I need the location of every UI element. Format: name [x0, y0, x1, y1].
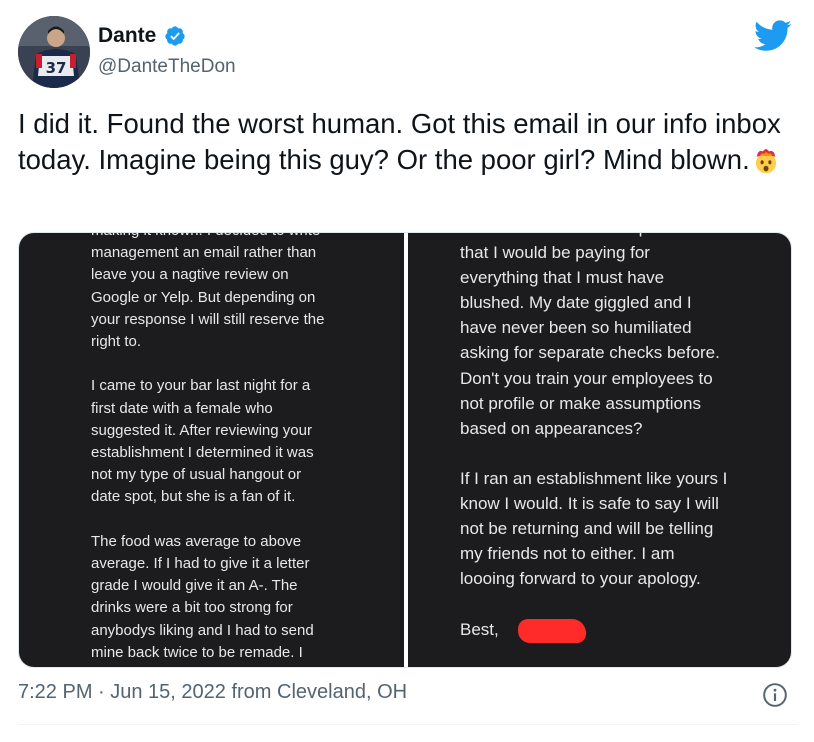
email-text-right: because we were a couple and that I woul… — [460, 233, 728, 639]
svg-text:37: 37 — [46, 59, 67, 77]
email-screenshot-media[interactable]: making it known. I decided to write mana… — [18, 232, 792, 668]
avatar-image: 37 — [18, 16, 90, 88]
divider — [18, 724, 798, 725]
email-page-right: because we were a couple and that I woul… — [408, 233, 791, 667]
redacted-signature — [518, 619, 586, 643]
tweet-timestamp[interactable]: 7:22 PM · Jun 15, 2022 from Cleveland, O… — [18, 681, 407, 704]
email-text-left: making it known. I decided to write mana… — [91, 233, 325, 667]
display-name[interactable]: Dante — [98, 24, 156, 48]
user-info[interactable]: Dante @DanteTheDon — [98, 24, 236, 78]
exploding-head-emoji-icon — [755, 149, 776, 174]
twitter-bird-icon[interactable] — [754, 20, 792, 52]
tweet-header: 37 Dante @DanteTheDon — [18, 16, 798, 88]
tweet-body: I did it. Found the worst human. Got thi… — [18, 108, 781, 175]
verified-badge-icon — [165, 26, 185, 46]
avatar[interactable]: 37 — [18, 16, 90, 88]
user-handle[interactable]: @DanteTheDon — [98, 56, 236, 78]
info-icon[interactable] — [762, 682, 788, 708]
email-page-left: making it known. I decided to write mana… — [19, 233, 404, 667]
tweet-text: I did it. Found the worst human. Got thi… — [18, 106, 798, 178]
